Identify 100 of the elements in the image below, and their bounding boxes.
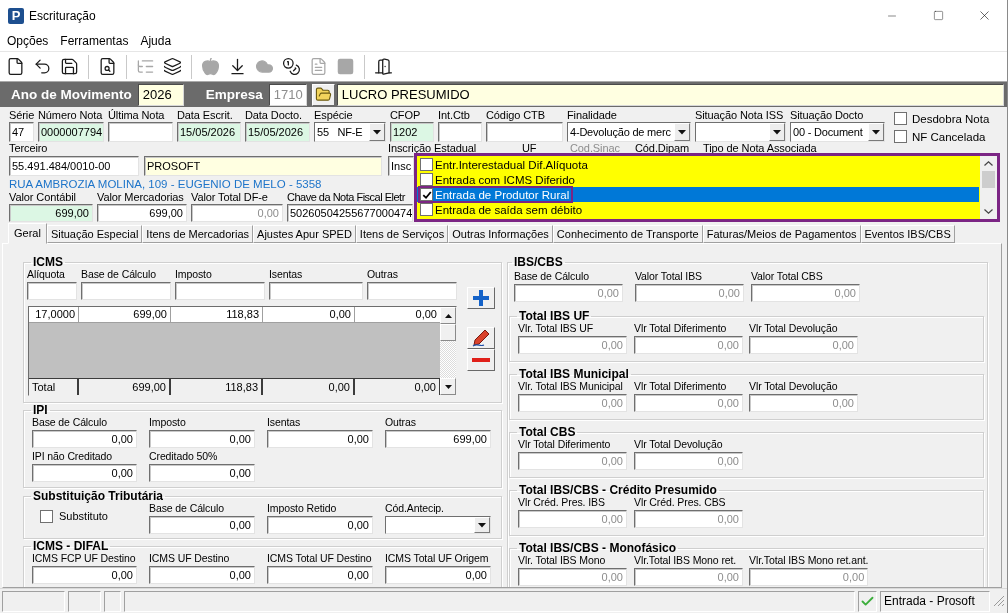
field-label: Imposto Retido [267,502,338,514]
item-label: Entr.Interestadual Dif.Alíquota [435,158,588,171]
field-label: Número Nota [38,109,104,122]
field-label: Valor Total CBS [751,270,824,282]
tab[interactable]: Itens de Serviços [355,225,449,243]
text-field[interactable]: 15/05/2026 [245,122,310,142]
text-field[interactable]: 50260504255677000474 [287,204,413,222]
caret-icon [674,123,690,141]
group-title: Total IBS/CBS - Crédito Presumido [518,484,718,496]
text-field[interactable]: 47 [9,122,34,142]
input-field[interactable] [81,282,171,300]
checkbox[interactable] [420,173,433,186]
scroll-thumb[interactable] [982,171,995,188]
text-field[interactable]: 0,00 [267,516,373,534]
address-text: RUA AMBROZIA MOLINA, 109 - EUGENIO DE MELO - 5358 [9,178,322,191]
group-title: Total IBS Municipal [518,368,630,380]
text-field[interactable]: Insc [388,156,414,176]
text-field[interactable]: 0,00 [149,516,255,534]
menu-item[interactable]: Ajuda [134,31,178,51]
text-field[interactable]: 699,00 [97,204,187,222]
text-field[interactable]: 0,00 [32,430,137,448]
text-field[interactable]: 55.491.484/0010-00 [9,156,139,176]
download-icon [228,57,247,76]
dropdown[interactable] [385,516,491,534]
tab[interactable]: Geral [8,223,47,244]
list-item[interactable]: Entrada com ICMS Diferido [417,172,979,187]
caret-icon [868,123,884,141]
field-label: Alíquota [27,268,66,280]
text-field[interactable]: 0,00 [32,566,137,584]
text-field[interactable]: 0,00 [149,464,255,482]
text-field[interactable]: 15/05/2026 [177,122,241,142]
folder-button[interactable] [311,83,335,106]
list-item[interactable]: Entrada de Produtor Rural [417,187,979,202]
list-item[interactable]: Entr.Interestadual Dif.Alíquota [417,157,979,172]
text-field[interactable]: 0,00 [32,464,137,482]
year-field[interactable]: 2026 [137,83,184,106]
text-field[interactable]: PROSOFT [144,156,382,176]
menu-item[interactable]: Ferramentas [54,31,135,51]
app-logo: P [8,7,24,24]
edit-button[interactable] [467,327,495,349]
text-field[interactable]: 1202 [390,122,434,142]
scrollbar[interactable] [980,156,997,219]
list-tree-icon [136,57,155,76]
remove-button[interactable] [467,349,495,371]
folder-icon [314,86,332,103]
tab[interactable]: Itens de Mercadorias [142,225,254,243]
text-field[interactable]: 0,00 [267,430,373,448]
year-label: Ano de Movimento [11,87,132,102]
text-field[interactable]: 0,00 [149,566,255,584]
checkbox[interactable] [420,203,433,216]
scroll-thumb[interactable] [440,324,456,341]
field-label: Creditado 50% [149,450,219,462]
text-field[interactable] [108,122,173,142]
maximize-icon [932,10,944,21]
dropdown[interactable]: 55 NF-E [314,122,386,142]
field-label: Base de Cálculo [514,270,590,282]
text-field[interactable]: 0,00 [385,566,491,584]
checkbox[interactable] [420,188,433,201]
list-item[interactable]: Entrada de saída sem débito [417,202,979,217]
checkbox[interactable] [894,112,907,125]
checkbox[interactable] [40,509,53,523]
input-field[interactable] [367,282,457,300]
company-name-field[interactable]: LUCRO PRESUMIDO [336,83,1004,106]
checkbox[interactable] [894,130,907,143]
total-cell: 699,00 [79,379,171,395]
scroll-down-icon[interactable] [440,378,456,395]
field-label: Valor Total IBS [635,270,703,282]
text-field[interactable]: 0,00 [267,566,373,584]
scrollbar[interactable] [440,307,456,395]
dropdown[interactable] [695,122,786,142]
input-field[interactable] [175,282,265,300]
group-title: Total CBS [518,426,577,438]
tab[interactable]: Situação Especial [46,225,143,243]
status-panel [68,590,101,612]
checkbox[interactable] [420,158,433,171]
menu-item[interactable]: Opções [1,31,55,51]
input-field[interactable] [269,282,363,300]
tab[interactable]: Ajustes Apur SPED [253,225,356,243]
field-label: Vlr Total Devolução [634,438,724,450]
field-label: Outras [385,416,417,428]
add-button[interactable] [467,287,495,309]
tab[interactable]: Outras Informações [448,225,553,243]
file-text-icon [309,57,328,76]
field-label: ICMS UF Destino [149,552,231,564]
dropdown[interactable]: 00 - Document [790,122,885,142]
text-field[interactable]: 0000007794 [38,122,104,142]
text-field[interactable] [486,122,563,142]
dropdown[interactable]: 4-Devolução de merc [567,122,691,142]
item-label: Entrada de saída sem débito [435,203,583,216]
minus-icon [472,358,490,362]
tab[interactable]: Conhecimento de Transporte [552,225,703,243]
input-field[interactable] [27,282,77,300]
tab[interactable]: Eventos IBS/CBS [860,225,955,243]
text-field[interactable] [438,122,482,142]
text-field[interactable]: 699,00 [9,204,93,222]
field-label: Vlr Créd. Pres. CBS [634,496,727,508]
tab[interactable]: Faturas/Meios de Pagamentos [702,225,861,243]
text-field[interactable]: 699,00 [385,430,491,448]
text-field[interactable]: 0,00 [149,430,255,448]
scroll-up-icon[interactable] [440,307,456,324]
